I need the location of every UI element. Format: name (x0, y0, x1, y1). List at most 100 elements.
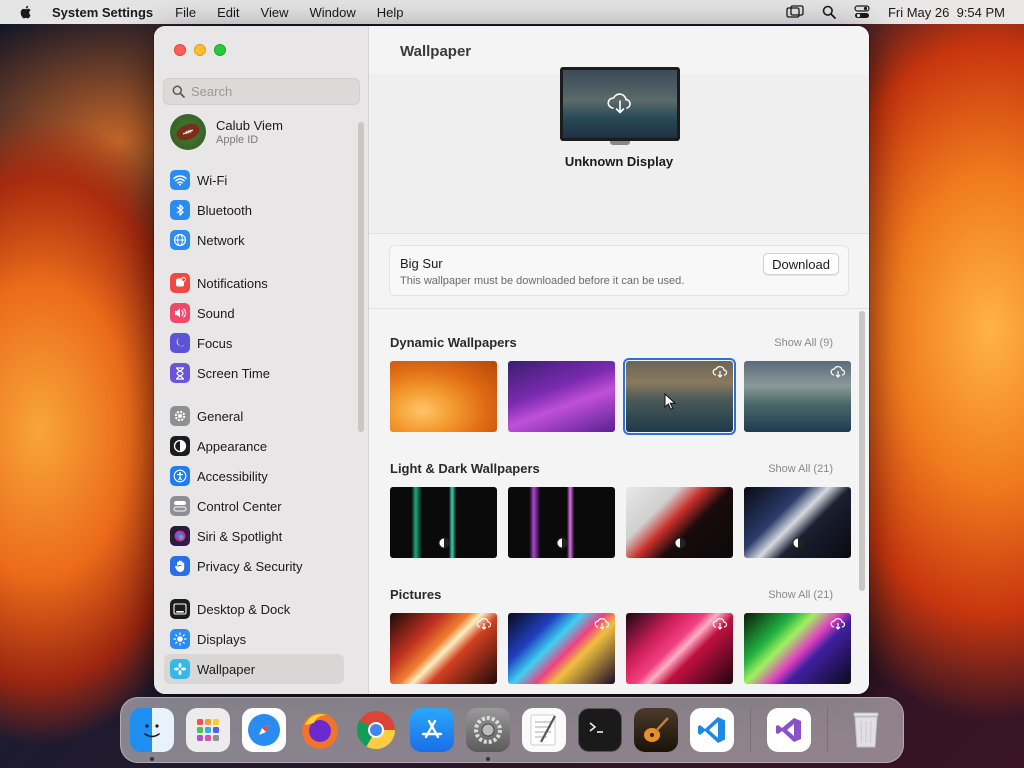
show-all-dynamic[interactable]: Show All (9) (774, 337, 833, 349)
close-button[interactable] (174, 44, 186, 56)
hourglass-icon (170, 363, 190, 383)
sidebar-item-desktop-dock[interactable]: Desktop & Dock (164, 594, 344, 624)
sidebar-item-label: General (197, 408, 244, 424)
dock-terminal[interactable] (578, 708, 622, 752)
sidebar-item-appearance[interactable]: Appearance (164, 431, 344, 461)
screen-mirroring-icon[interactable] (786, 5, 804, 19)
dock-vscode[interactable] (690, 708, 734, 752)
globe-icon (170, 230, 190, 250)
pictures-row (390, 613, 851, 684)
sun-icon (170, 629, 190, 649)
bluetooth-icon (170, 200, 190, 220)
download-button[interactable]: Download (763, 253, 839, 275)
section-title-pictures: Pictures (390, 587, 442, 602)
sidebar-item-accessibility[interactable]: Accessibility (164, 461, 344, 491)
sidebar-item-label: Wallpaper (197, 661, 256, 677)
wallpaper-thumbnail[interactable] (626, 613, 733, 684)
sidebar-item-network[interactable]: Network (164, 225, 344, 255)
wallpaper-thumbnail-selected[interactable] (623, 358, 736, 435)
sidebar-item-label: Screen Time (197, 365, 270, 381)
zoom-button[interactable] (214, 44, 226, 56)
search-icon (172, 85, 185, 98)
moon-icon (170, 333, 190, 353)
main-scrollbar[interactable] (859, 311, 865, 591)
sidebar-item-wifi[interactable]: Wi-Fi (164, 165, 344, 195)
sidebar-item-screen-time[interactable]: Screen Time (164, 358, 344, 388)
notice-text: This wallpaper must be downloaded before… (400, 275, 685, 287)
control-center-icon (170, 496, 190, 516)
appearance-icon (170, 436, 190, 456)
sidebar-item-label: Focus (197, 335, 233, 351)
finder-icon (144, 724, 160, 738)
dock-visual-studio[interactable] (767, 708, 811, 752)
sidebar-item-notifications[interactable]: Notifications (164, 268, 344, 298)
apple-id-profile[interactable]: Calub Viem Apple ID (164, 112, 344, 152)
wifi-icon (170, 170, 190, 190)
menu-help[interactable]: Help (377, 5, 404, 20)
sidebar-item-bluetooth[interactable]: Bluetooth (164, 195, 344, 225)
menu-clock[interactable]: Fri May 26 9:54 PM (888, 5, 1005, 20)
wallpaper-thumbnail[interactable] (390, 361, 497, 432)
sidebar-item-displays[interactable]: Displays (164, 624, 344, 654)
menu-edit[interactable]: Edit (217, 5, 239, 20)
minimize-button[interactable] (194, 44, 206, 56)
light-dark-icon (792, 537, 804, 549)
search-field[interactable] (163, 78, 360, 105)
wallpaper-thumbnail[interactable] (508, 361, 615, 432)
sidebar-item-wallpaper[interactable]: Wallpaper (164, 654, 344, 684)
search-input[interactable] (191, 84, 351, 99)
dock-app-store[interactable] (410, 708, 454, 752)
sidebar-item-control-center[interactable]: Control Center (164, 491, 344, 521)
dock-garageband[interactable] (634, 708, 678, 752)
safari-icon (248, 714, 280, 746)
dock (120, 697, 904, 763)
system-settings-window: Calub Viem Apple ID Wi-Fi Bluetooth (154, 26, 869, 694)
wallpaper-thumbnail[interactable] (626, 487, 733, 558)
sidebar-scrollbar[interactable] (358, 122, 364, 432)
cloud-download-icon (712, 366, 728, 378)
sidebar-item-label: Sound (197, 305, 235, 321)
sidebar-item-focus[interactable]: Focus (164, 328, 344, 358)
dock-trash[interactable] (844, 708, 888, 752)
sidebar-item-privacy-security[interactable]: Privacy & Security (164, 551, 344, 581)
show-all-pictures[interactable]: Show All (21) (768, 589, 833, 601)
sidebar-item-label: Displays (197, 631, 247, 647)
wallpaper-thumbnail[interactable] (744, 487, 851, 558)
sidebar-item-general[interactable]: General (164, 401, 344, 431)
sidebar-item-label: Network (197, 232, 245, 248)
show-all-light-dark[interactable]: Show All (21) (768, 463, 833, 475)
wallpaper-thumbnail[interactable] (508, 613, 615, 684)
main-content: Wallpaper Unknown Display Big Sur This w… (369, 26, 869, 694)
page-title: Wallpaper (400, 43, 472, 60)
dock-finder[interactable] (130, 708, 174, 761)
sidebar-item-siri-spotlight[interactable]: Siri & Spotlight (164, 521, 344, 551)
wallpaper-thumbnail[interactable] (744, 361, 851, 432)
dock-textedit[interactable] (522, 708, 566, 752)
spotlight-icon[interactable] (822, 5, 836, 19)
monitor-screen (563, 70, 677, 138)
dock-firefox[interactable] (298, 708, 342, 752)
menu-file[interactable]: File (175, 5, 196, 20)
wallpaper-icon (170, 659, 190, 679)
dock-system-settings[interactable] (466, 708, 510, 761)
cloud-download-icon (712, 618, 728, 630)
sidebar-item-sound[interactable]: Sound (164, 298, 344, 328)
dock-launchpad[interactable] (186, 708, 230, 752)
guitar-icon (644, 717, 669, 742)
dock-separator (827, 707, 828, 753)
display-name: Unknown Display (564, 154, 674, 169)
sidebar-item-label: Wi-Fi (197, 172, 228, 188)
textedit-icon (530, 714, 556, 746)
wallpaper-thumbnail[interactable] (390, 613, 497, 684)
menu-view[interactable]: View (261, 5, 289, 20)
control-center-menu-icon[interactable] (854, 5, 870, 19)
wallpaper-thumbnail[interactable] (390, 487, 497, 558)
wallpaper-thumbnail[interactable] (744, 613, 851, 684)
menu-app-name[interactable]: System Settings (52, 5, 153, 20)
menu-window[interactable]: Window (309, 5, 355, 20)
apple-icon[interactable] (18, 4, 34, 20)
notice-title: Big Sur (400, 256, 443, 271)
wallpaper-thumbnail[interactable] (508, 487, 615, 558)
dock-safari[interactable] (242, 708, 286, 752)
dock-chrome[interactable] (354, 708, 398, 752)
